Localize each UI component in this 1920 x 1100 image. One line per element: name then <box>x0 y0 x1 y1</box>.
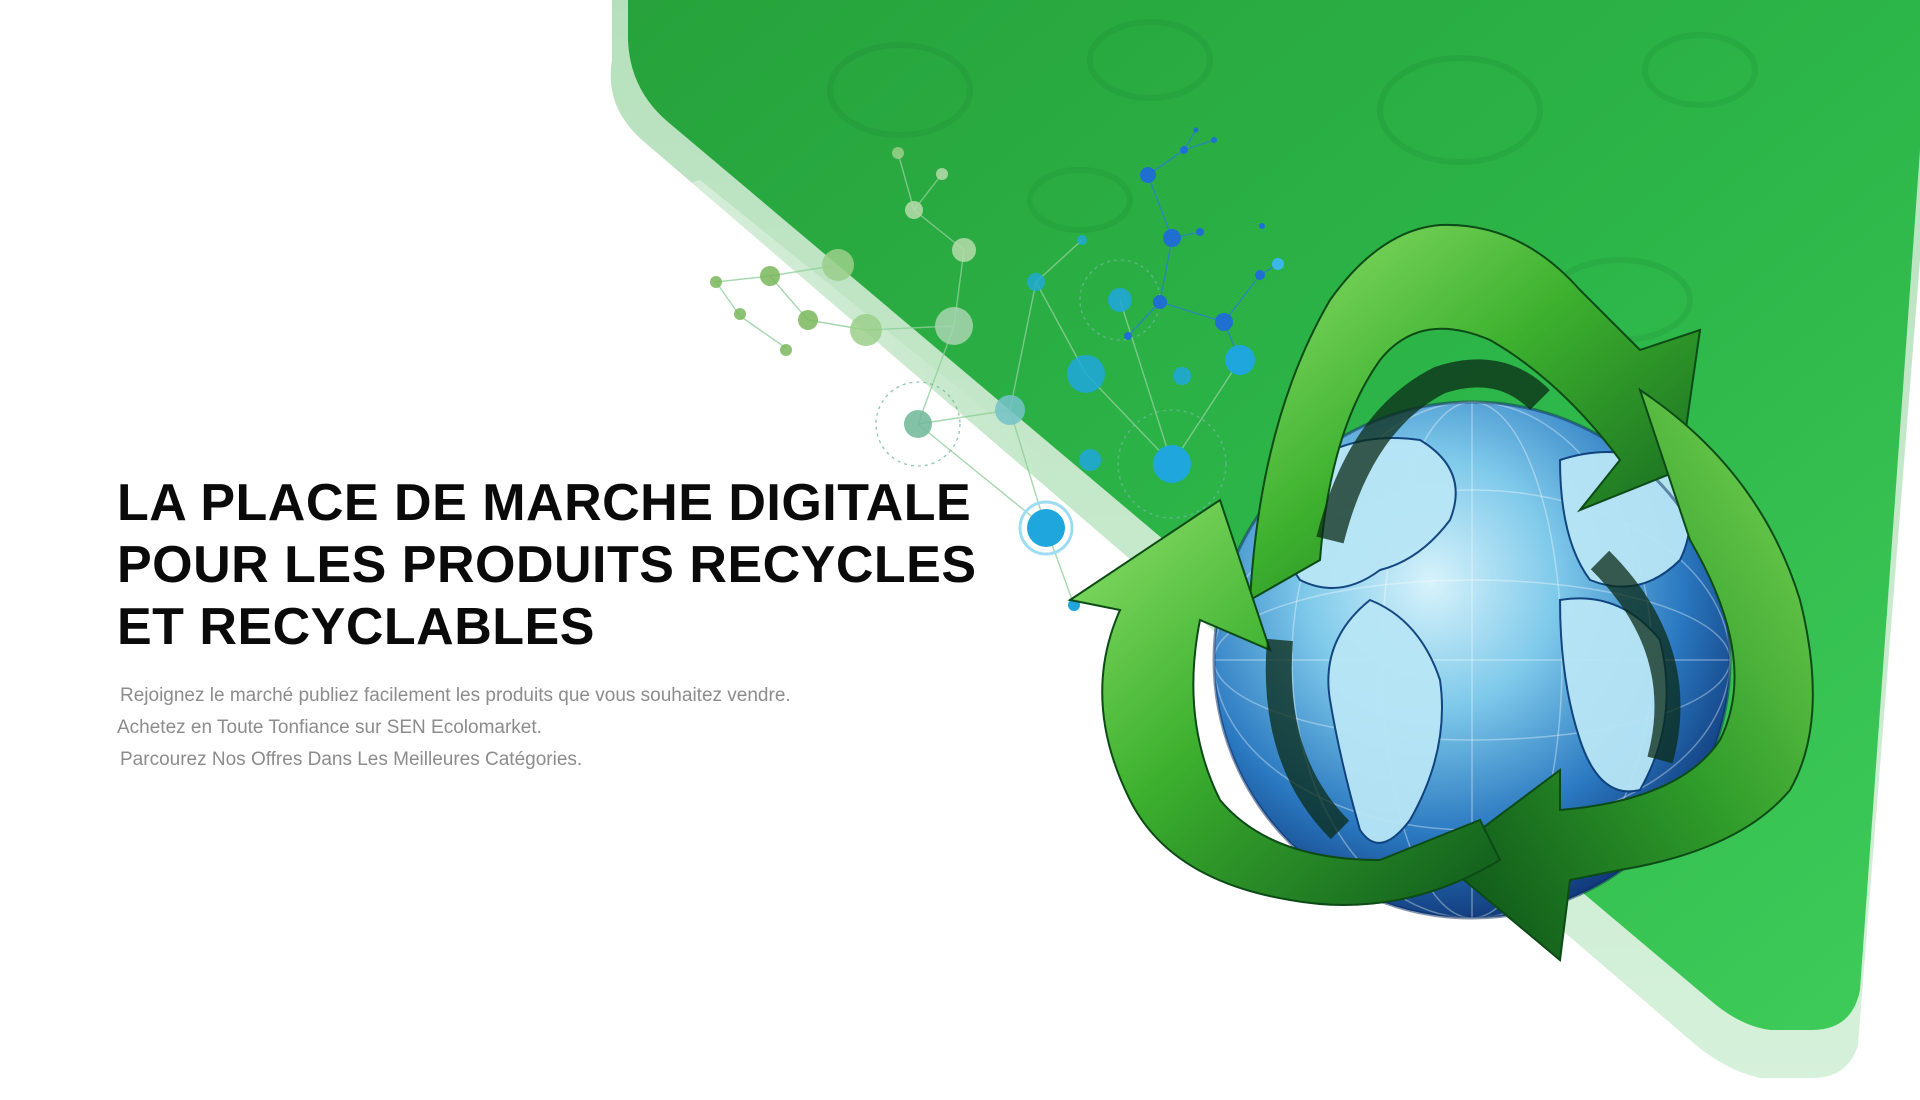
hero-title-line: ET RECYCLABLES <box>117 598 595 656</box>
hero-title-line: POUR LES PRODUITS RECYCLES <box>117 536 977 594</box>
hero-text-block: LA PLACE DE MARCHE DIGITALE POUR LES PRO… <box>117 472 1017 776</box>
hero-title-line: LA PLACE DE MARCHE DIGITALE <box>117 474 972 532</box>
hero-subtitle: Rejoignez le marché publiez facilement l… <box>117 680 1017 776</box>
hero-banner: LA PLACE DE MARCHE DIGITALE POUR LES PRO… <box>0 0 1920 1100</box>
hero-subtitle-line: Parcourez Nos Offres Dans Les Meilleures… <box>120 749 583 770</box>
hero-subtitle-line: Achetez en Toute Tonfiance sur SEN Ecolo… <box>117 717 542 738</box>
hero-title: LA PLACE DE MARCHE DIGITALE POUR LES PRO… <box>117 472 1017 658</box>
hero-subtitle-line: Rejoignez le marché publiez facilement l… <box>120 685 791 706</box>
